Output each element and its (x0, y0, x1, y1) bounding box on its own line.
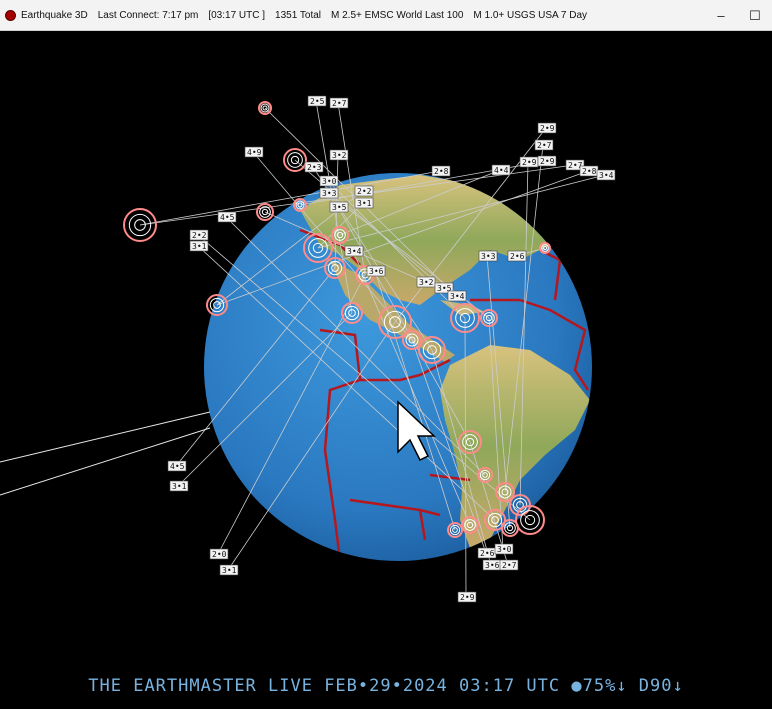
quake-label[interactable]: 2•7 (499, 559, 519, 571)
quake-label[interactable]: 2•6 (477, 547, 497, 559)
quake-label[interactable]: 3•6 (366, 265, 386, 277)
quake-magnitude: 4•4 (494, 166, 509, 175)
quake-label[interactable]: 2•8 (431, 165, 451, 177)
window-controls: – ☐ (704, 0, 772, 31)
quake-magnitude: 3•1 (172, 482, 187, 491)
quake-label[interactable]: 4•4 (491, 164, 511, 176)
status-bar: THE EARTHMASTER LIVE FEB•29•2024 03:17 U… (88, 676, 684, 696)
utc-time: [03:17 UTC ] (208, 9, 266, 21)
app-title: Earthquake 3D (21, 9, 88, 21)
quake-magnitude: 3•2 (332, 151, 347, 160)
quake-label[interactable]: 4•9 (244, 146, 264, 158)
quake-magnitude: 3•4 (450, 292, 465, 301)
quake-magnitude: 3•1 (357, 199, 372, 208)
quake-label[interactable]: 3•4 (344, 245, 364, 257)
quake-magnitude: 2•7 (332, 99, 347, 108)
quake-label[interactable]: 4•5 (167, 460, 187, 472)
quake-label[interactable]: 2•8 (579, 165, 599, 177)
quake-magnitude: 4•9 (247, 148, 262, 157)
quake-magnitude: 2•6 (480, 549, 495, 558)
quake-label[interactable]: 3•5 (329, 201, 349, 213)
quake-label[interactable]: 2•9 (519, 156, 539, 168)
quake-magnitude: 2•5 (310, 97, 325, 106)
quake-label[interactable]: 3•1 (219, 564, 239, 576)
quake-magnitude: 3•2 (419, 278, 434, 287)
quake-magnitude: 3•4 (347, 247, 362, 256)
quake-magnitude: 2•9 (540, 157, 555, 166)
quake-magnitude: 4•5 (220, 213, 235, 222)
quake-magnitude: 3•3 (481, 252, 496, 261)
quake-magnitude: 2•2 (192, 231, 207, 240)
quake-magnitude: 2•7 (502, 561, 517, 570)
quake-label[interactable]: 3•4 (447, 290, 467, 302)
feed-usgs[interactable]: M 1.0+ USGS USA 7 Day (473, 10, 587, 21)
app-icon (5, 9, 16, 21)
quake-magnitude: 2•8 (434, 167, 449, 176)
quake-label[interactable]: 3•1 (169, 480, 189, 492)
quake-label[interactable]: 3•0 (494, 543, 514, 555)
quake-label[interactable]: 3•3 (319, 187, 339, 199)
quake-magnitude: 2•9 (540, 124, 555, 133)
quake-label[interactable]: 3•1 (354, 197, 374, 209)
quake-label[interactable]: 2•3 (304, 161, 324, 173)
quake-magnitude: 4•5 (170, 462, 185, 471)
quake-label[interactable]: 2•2 (189, 229, 209, 241)
quake-magnitude: 3•0 (497, 545, 512, 554)
feed-emsc[interactable]: M 2.5+ EMSC World Last 100 (331, 10, 463, 21)
quake-magnitude: 3•3 (322, 189, 337, 198)
total-count: 1351 Total (275, 9, 322, 21)
quake-magnitude: 3•6 (369, 267, 384, 276)
quake-label[interactable]: 3•0 (319, 175, 339, 187)
quake-label[interactable]: 2•9 (537, 155, 557, 167)
quake-label[interactable]: 2•6 (507, 250, 527, 262)
quake-label[interactable]: 2•2 (354, 185, 374, 197)
quake-label[interactable]: 3•6 (482, 559, 502, 571)
quake-label[interactable]: 2•5 (307, 95, 327, 107)
quake-label[interactable]: 2•9 (537, 122, 557, 134)
quake-label[interactable]: 2•0 (209, 548, 229, 560)
quake-magnitude: 3•1 (222, 566, 237, 575)
globe-scene[interactable]: 2•82•23•13•22•5 2•72•94•92•33•03•33•54•52… (0, 31, 772, 705)
quake-magnitude: 2•0 (212, 550, 227, 559)
quake-label[interactable]: 3•2 (416, 276, 436, 288)
globe-viewport[interactable]: 2•8 2•2 3•1 3•2 2•5 2•7 2•9 4•9 2•3 3•0 3•3 3•5 4•5 2… (0, 31, 772, 705)
quake-label[interactable]: 3•4 (596, 169, 616, 181)
quake-label[interactable]: 3•1 (189, 240, 209, 252)
quake-magnitude: 2•7 (537, 141, 552, 150)
quake-magnitude: 2•9 (460, 593, 475, 602)
title-bar: Earthquake 3D Last Connect: 7:17 pm [03:… (0, 0, 772, 31)
quake-magnitude: 3•0 (322, 177, 337, 186)
quake-label[interactable]: 3•2 (329, 149, 349, 161)
quake-magnitude: 3•4 (599, 171, 614, 180)
minimize-button[interactable]: – (704, 0, 738, 31)
quake-magnitude: 3•5 (332, 203, 347, 212)
quake-label[interactable]: 2•7 (534, 139, 554, 151)
quake-magnitude: 3•1 (192, 242, 207, 251)
quake-magnitude: 2•3 (307, 163, 322, 172)
quake-magnitude: 3•6 (485, 561, 500, 570)
quake-magnitude: 2•6 (510, 252, 525, 261)
quake-label[interactable]: 2•7 (329, 97, 349, 109)
quake-magnitude: 2•8 (582, 167, 597, 176)
last-connect: Last Connect: 7:17 pm (97, 9, 199, 21)
maximize-button[interactable]: ☐ (738, 0, 772, 31)
quake-label[interactable]: 4•5 (217, 211, 237, 223)
quake-label[interactable]: 2•9 (457, 591, 477, 603)
quake-magnitude: 2•9 (522, 158, 537, 167)
quake-label[interactable]: 3•3 (478, 250, 498, 262)
quake-magnitude: 2•2 (357, 187, 372, 196)
